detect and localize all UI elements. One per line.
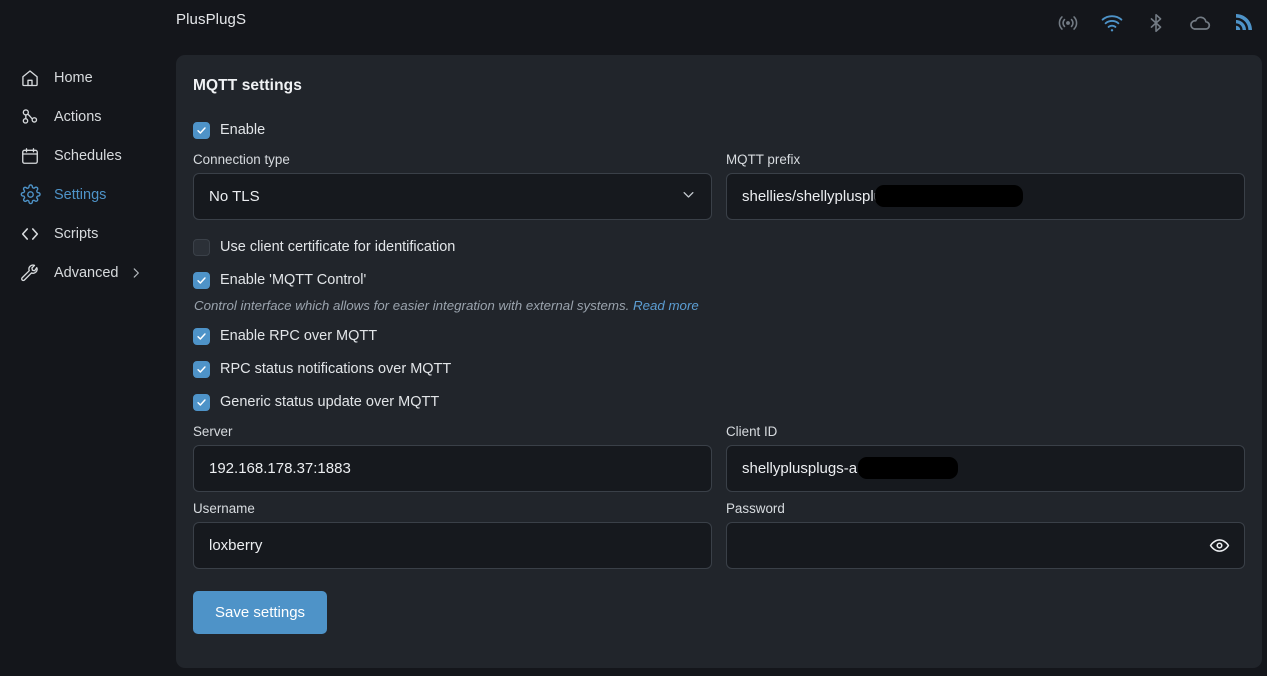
client-id-field: Client ID shellyplusplugs-a (726, 424, 1245, 492)
eye-icon[interactable] (1207, 534, 1231, 558)
sidebar-item-label: Scripts (54, 225, 99, 242)
mqtt-prefix-label: MQTT prefix (726, 152, 801, 167)
username-password-row: Username loxberry Password (193, 501, 1245, 569)
password-label: Password (726, 501, 785, 516)
save-settings-button[interactable]: Save settings (193, 591, 328, 634)
mqtt-signal-icon[interactable] (1229, 8, 1259, 38)
connection-type-field: Connection type No TLS (193, 152, 712, 220)
gear-icon (18, 183, 42, 207)
sidebar-item-scripts[interactable]: Scripts (0, 214, 176, 253)
mqtt-prefix-field: MQTT prefix shellies/shellyplusplugs-a0 (726, 152, 1245, 220)
page-title: MQTT settings (193, 77, 302, 94)
rpc-status-notifications-row[interactable]: RPC status notifications over MQTT (193, 358, 1245, 380)
sidebar-item-label: Schedules (54, 147, 122, 164)
mqtt-control-checkbox[interactable] (193, 271, 210, 289)
mqtt-settings-card: MQTT settings Enable Connection type No … (176, 55, 1262, 668)
connection-type-select[interactable]: No TLS (193, 173, 712, 220)
use-client-cert-checkbox[interactable] (193, 238, 210, 256)
mqtt-control-hint-text: Control interface which allows for easie… (194, 298, 630, 313)
sidebar-item-label: Actions (54, 108, 102, 125)
enable-mqtt-row[interactable]: Enable (193, 119, 1245, 141)
broadcast-icon[interactable] (1053, 8, 1083, 38)
home-icon (18, 66, 42, 90)
mqtt-control-label: Enable 'MQTT Control' (220, 272, 367, 288)
client-id-value: shellyplusplugs-a (742, 460, 858, 477)
connection-type-label: Connection type (193, 152, 290, 167)
mqtt-prefix-input[interactable]: shellies/shellyplusplugs-a0 (726, 173, 1245, 220)
code-brackets-icon (18, 222, 42, 246)
read-more-link[interactable]: Read more (633, 298, 699, 313)
sidebar-item-advanced[interactable]: Advanced (0, 253, 176, 292)
rpc-status-notifications-label: RPC status notifications over MQTT (220, 361, 452, 377)
use-client-cert-label: Use client certificate for identificatio… (220, 239, 456, 255)
actions-node-icon (18, 105, 42, 129)
client-id-label: Client ID (726, 424, 778, 439)
rpc-over-mqtt-checkbox[interactable] (193, 327, 210, 345)
server-value: 192.168.178.37:1883 (209, 460, 351, 477)
username-label: Username (193, 501, 255, 516)
enable-mqtt-checkbox[interactable] (193, 121, 210, 139)
status-icon-tray (1053, 8, 1259, 38)
server-input[interactable]: 192.168.178.37:1883 (193, 445, 712, 492)
server-field: Server 192.168.178.37:1883 (193, 424, 712, 492)
mqtt-control-hint: Control interface which allows for easie… (194, 298, 1245, 313)
sidebar-item-actions[interactable]: Actions (0, 97, 176, 136)
password-input[interactable] (726, 522, 1245, 569)
app-title: PlusPlugS (176, 11, 247, 28)
enable-mqtt-label: Enable (220, 122, 266, 138)
username-input[interactable]: loxberry (193, 522, 712, 569)
mqtt-prefix-value: shellies/shellyplusplugs-a0 (742, 188, 920, 205)
generic-status-update-row[interactable]: Generic status update over MQTT (193, 391, 1245, 413)
use-client-cert-row[interactable]: Use client certificate for identificatio… (193, 236, 1245, 258)
password-field: Password (726, 501, 1245, 569)
calendar-icon (18, 144, 42, 168)
rpc-over-mqtt-label: Enable RPC over MQTT (220, 328, 378, 344)
sidebar: Home Actions Schedules Settings Scripts … (0, 48, 176, 676)
cloud-icon[interactable] (1185, 8, 1215, 38)
server-clientid-row: Server 192.168.178.37:1883 Client ID she… (193, 424, 1245, 492)
sidebar-item-schedules[interactable]: Schedules (0, 136, 176, 175)
chevron-down-icon (681, 187, 696, 206)
client-id-input[interactable]: shellyplusplugs-a (726, 445, 1245, 492)
server-label: Server (193, 424, 233, 439)
generic-status-update-label: Generic status update over MQTT (220, 394, 440, 410)
username-value: loxberry (209, 537, 263, 554)
top-bar: PlusPlugS (0, 0, 1267, 48)
username-field: Username loxberry (193, 501, 712, 569)
chevron-right-icon (129, 266, 143, 280)
sidebar-item-home[interactable]: Home (0, 58, 176, 97)
wrench-icon (18, 261, 42, 285)
connection-prefix-row: Connection type No TLS MQTT prefix shell… (193, 152, 1245, 220)
rpc-status-notifications-checkbox[interactable] (193, 360, 210, 378)
sidebar-item-label: Home (54, 69, 93, 86)
rpc-over-mqtt-row[interactable]: Enable RPC over MQTT (193, 325, 1245, 347)
connection-type-value: No TLS (209, 188, 260, 205)
wifi-icon[interactable] (1097, 8, 1127, 38)
sidebar-item-label: Settings (54, 186, 107, 203)
sidebar-item-label: Advanced (54, 264, 119, 281)
generic-status-update-checkbox[interactable] (193, 393, 210, 411)
bluetooth-icon[interactable] (1141, 8, 1171, 38)
mqtt-control-row[interactable]: Enable 'MQTT Control' (193, 269, 1245, 291)
sidebar-item-settings[interactable]: Settings (0, 175, 176, 214)
